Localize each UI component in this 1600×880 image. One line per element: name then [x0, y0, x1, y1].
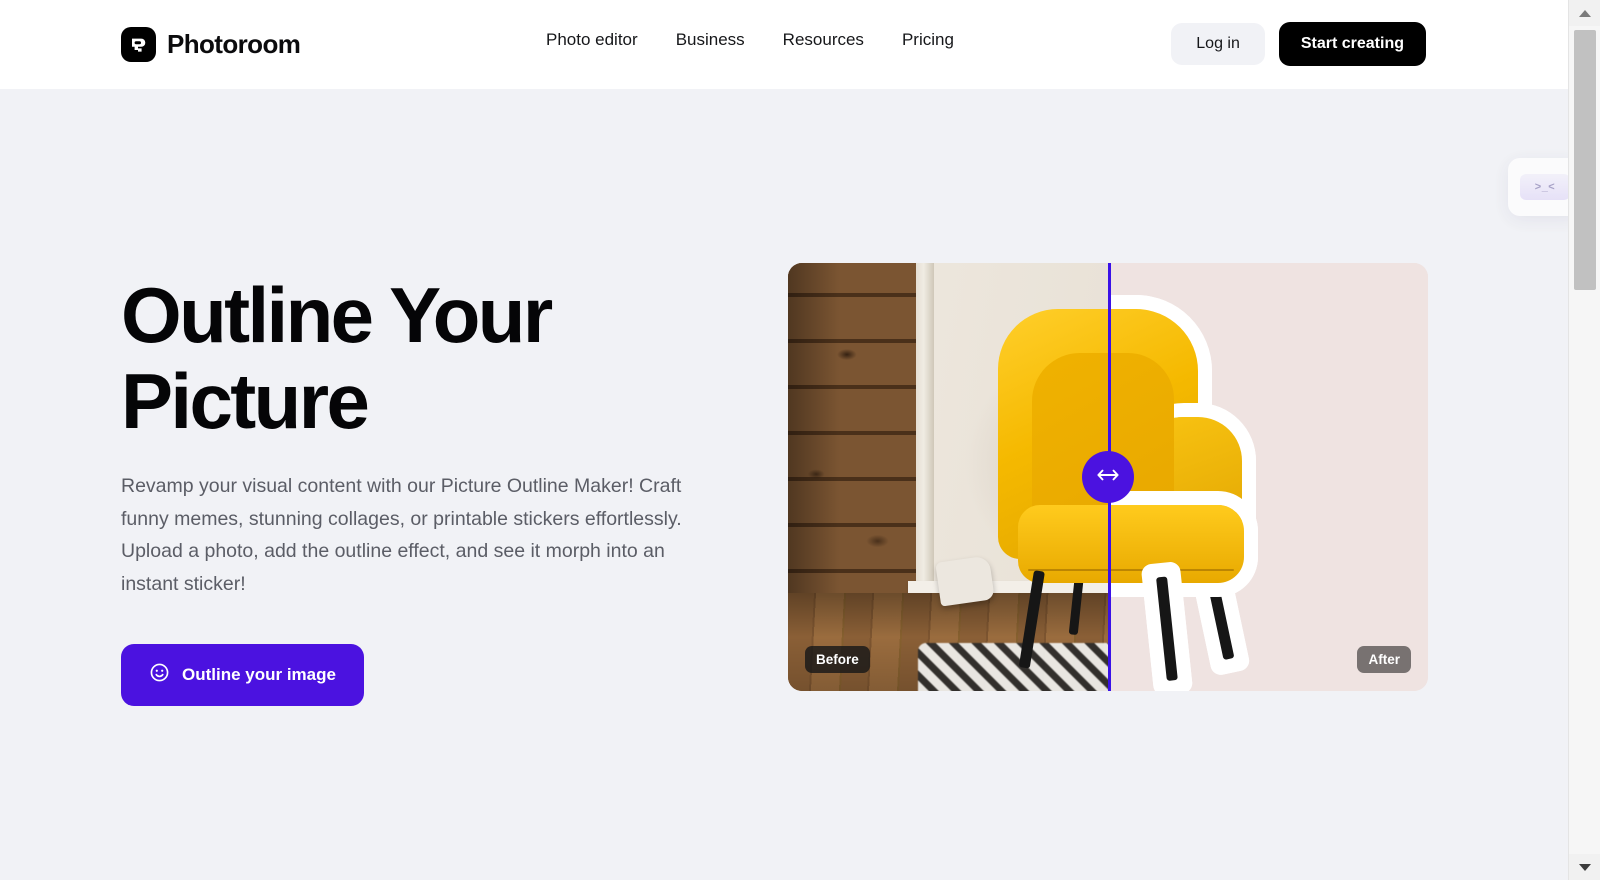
nav-item-business[interactable]: Business: [676, 30, 783, 50]
floating-preview-card[interactable]: >_<: [1508, 158, 1568, 216]
page-title: Outline Your Picture: [121, 271, 553, 445]
hero-subtitle: Revamp your visual content with our Pict…: [121, 475, 682, 595]
before-after-comparison[interactable]: Before After: [788, 263, 1428, 691]
vertical-scrollbar[interactable]: [1568, 0, 1600, 880]
left-right-arrow-icon: [1097, 467, 1119, 488]
scroll-down-button[interactable]: [1569, 854, 1600, 880]
smiley-face-icon: [149, 662, 170, 688]
nav-item-photo-editor[interactable]: Photo editor: [546, 30, 676, 50]
photoroom-logo-icon: [121, 27, 156, 62]
floating-card-chip: >_<: [1520, 174, 1568, 200]
start-creating-button[interactable]: Start creating: [1278, 22, 1426, 66]
login-button[interactable]: Log in: [1171, 23, 1265, 65]
page-root: Photoroom Photo editor Business Resource…: [0, 0, 1600, 880]
outline-your-image-label: Outline your image: [182, 665, 336, 684]
nav-item-resources[interactable]: Resources: [783, 30, 902, 50]
before-image: [788, 263, 1108, 691]
site-header: Photoroom Photo editor Business Resource…: [0, 0, 1568, 89]
brand-name: Photoroom: [167, 29, 301, 59]
scroll-up-button[interactable]: [1569, 0, 1600, 26]
before-badge: Before: [805, 646, 870, 673]
hero-section: Outline Your Picture Revamp your visual …: [121, 272, 761, 706]
after-badge: After: [1357, 646, 1411, 673]
main-navigation: Photo editor Business Resources Pricing: [546, 30, 954, 50]
browser-viewport: Photoroom Photo editor Business Resource…: [0, 0, 1568, 880]
header-actions: Log in Start creating: [1171, 22, 1426, 66]
comparison-slider-handle[interactable]: [1082, 451, 1134, 503]
scrollbar-thumb[interactable]: [1574, 30, 1596, 290]
outline-your-image-button[interactable]: Outline your image: [121, 644, 364, 706]
nav-item-pricing[interactable]: Pricing: [902, 30, 954, 50]
brand-logo[interactable]: Photoroom: [121, 27, 301, 62]
triangle-up-icon: [1579, 9, 1591, 17]
triangle-down-icon: [1579, 863, 1591, 871]
